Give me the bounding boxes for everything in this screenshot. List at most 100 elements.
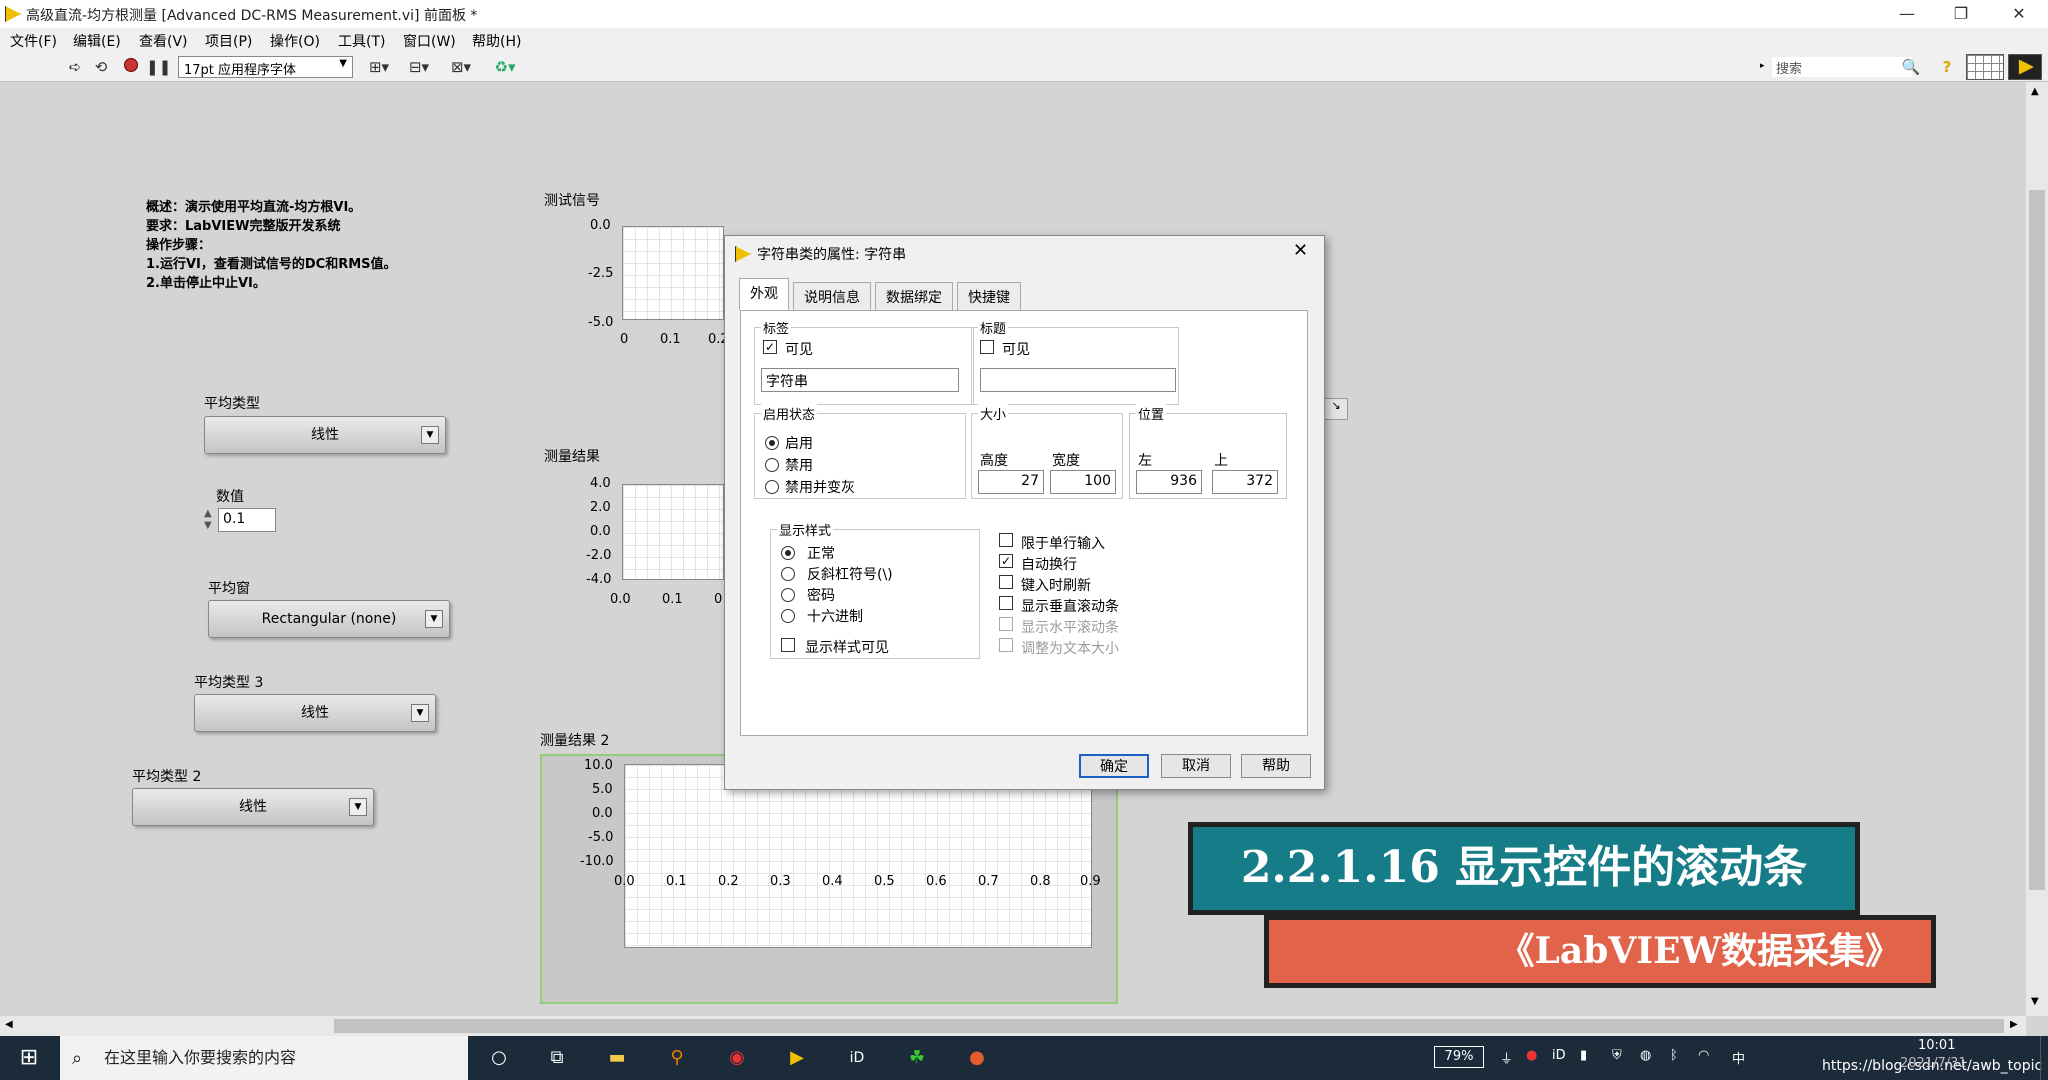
window-ring[interactable]: Rectangular (none) ▼ bbox=[208, 600, 450, 638]
enabled-radio[interactable] bbox=[765, 436, 779, 450]
cortana-icon[interactable]: ○ bbox=[484, 1044, 514, 1072]
top-field[interactable]: 372 bbox=[1212, 470, 1278, 494]
test-signal-label: 测试信号 bbox=[544, 193, 600, 209]
scroll-right-icon[interactable]: ▶ bbox=[2010, 1019, 2018, 1030]
font-select[interactable]: 17pt 应用程序字体 ▼ bbox=[178, 56, 353, 78]
single-line-checkbox[interactable] bbox=[999, 533, 1013, 547]
clover-icon[interactable]: ☘ bbox=[902, 1044, 932, 1072]
x-tick: 0.3 bbox=[770, 874, 791, 889]
banner-title: 2.2.1.16 显示控件的滚动条 bbox=[1188, 822, 1860, 915]
pause-icon[interactable]: ❚❚ bbox=[146, 56, 171, 78]
horizontal-scrollbar[interactable]: ◀ ▶ bbox=[0, 1016, 2026, 1036]
style-visible-checkbox[interactable] bbox=[781, 638, 795, 652]
x-tick: 0.6 bbox=[926, 874, 947, 889]
help-icon[interactable]: ? bbox=[1936, 56, 1958, 78]
string-indicator-fragment[interactable]: ↘ bbox=[1324, 398, 1348, 420]
label-visible-checkbox[interactable]: ✓ bbox=[763, 340, 777, 354]
clock-date[interactable]: 2021/7/31 bbox=[1900, 1056, 1967, 1071]
menu-project[interactable]: 项目(P) bbox=[205, 31, 252, 51]
vi-icon[interactable] bbox=[2008, 54, 2042, 80]
abort-icon[interactable] bbox=[120, 56, 142, 78]
help-button[interactable]: 帮助 bbox=[1241, 754, 1311, 778]
distribute-objects-icon[interactable]: ⊟▾ bbox=[404, 56, 434, 78]
cancel-button[interactable]: 取消 bbox=[1161, 754, 1231, 778]
tab-appearance[interactable]: 外观 bbox=[739, 278, 789, 310]
password-radio[interactable] bbox=[781, 588, 795, 602]
task-view-icon[interactable]: ⧉ bbox=[542, 1044, 572, 1072]
run-continuously-icon[interactable]: ⟲ bbox=[90, 56, 112, 78]
horizontal-scroll-thumb[interactable] bbox=[334, 1019, 2004, 1033]
display-style-title: 显示样式 bbox=[777, 520, 834, 539]
avg-type-ring[interactable]: 线性 ▼ bbox=[204, 416, 446, 454]
battery-indicator[interactable]: 79% bbox=[1434, 1046, 1484, 1068]
vertical-scrollbar[interactable]: ▲ ▼ bbox=[2026, 82, 2048, 1016]
word-wrap-checkbox[interactable]: ✓ bbox=[999, 554, 1013, 568]
menu-operate[interactable]: 操作(O) bbox=[270, 31, 320, 51]
taskbar-search[interactable]: 在这里输入你要搜索的内容 bbox=[60, 1036, 468, 1080]
disabled-grayed-text: 禁用并变灰 bbox=[785, 480, 855, 496]
menu-view[interactable]: 查看(V) bbox=[139, 31, 188, 51]
y-tick: 10.0 bbox=[584, 758, 613, 773]
file-explorer-icon[interactable]: ▬ bbox=[602, 1044, 632, 1072]
disabled-grayed-radio[interactable] bbox=[765, 480, 779, 494]
reorder-icon[interactable]: ♻▾ bbox=[490, 56, 520, 78]
tab-shortcuts[interactable]: 快捷键 bbox=[957, 282, 1021, 310]
run-arrow-icon[interactable]: ➪ bbox=[64, 56, 86, 78]
resize-objects-icon[interactable]: ⊠▾ bbox=[446, 56, 476, 78]
hex-radio[interactable] bbox=[781, 609, 795, 623]
disabled-radio[interactable] bbox=[765, 458, 779, 472]
numeric-input[interactable]: 0.1 bbox=[218, 508, 276, 532]
search-input[interactable]: 搜索 bbox=[1772, 57, 1912, 77]
avg-type2-ring[interactable]: 线性 ▼ bbox=[132, 788, 374, 826]
powerpoint-icon[interactable]: ● bbox=[962, 1044, 992, 1072]
caption-text-field[interactable] bbox=[980, 368, 1176, 392]
record-icon[interactable]: ◉ bbox=[722, 1044, 752, 1072]
align-objects-icon[interactable]: ⊞▾ bbox=[364, 56, 394, 78]
bluetooth-icon: ᛒ bbox=[1670, 1048, 1678, 1063]
x-tick: 0.8 bbox=[1030, 874, 1051, 889]
disabled-text: 禁用 bbox=[785, 458, 813, 474]
update-while-typing-checkbox[interactable] bbox=[999, 575, 1013, 589]
x-tick: 0.1 bbox=[666, 874, 687, 889]
clock-time[interactable]: 10:01 bbox=[1918, 1038, 1955, 1053]
scroll-up-icon[interactable]: ▲ bbox=[2031, 86, 2039, 97]
language-indicator[interactable]: 中 bbox=[1732, 1048, 1745, 1067]
search-app-icon[interactable]: ⚲ bbox=[662, 1044, 692, 1072]
search-icon[interactable]: 🔍 bbox=[1900, 56, 1922, 78]
minimize-button[interactable]: — bbox=[1884, 0, 1930, 28]
tab-data-binding[interactable]: 数据绑定 bbox=[875, 282, 953, 310]
labview-taskbar-icon[interactable]: ▶ bbox=[782, 1044, 812, 1072]
backslash-radio[interactable] bbox=[781, 567, 795, 581]
close-button[interactable]: ✕ bbox=[1996, 0, 2042, 28]
test-signal-plot bbox=[622, 226, 724, 320]
windows-start-icon[interactable]: ⊞ bbox=[14, 1044, 44, 1072]
left-field[interactable]: 936 bbox=[1136, 470, 1202, 494]
caption-visible-checkbox[interactable] bbox=[980, 340, 994, 354]
show-desktop-button[interactable] bbox=[2040, 1036, 2048, 1080]
enable-state-group: 启用状态 启用 禁用 禁用并变灰 bbox=[754, 404, 966, 499]
restore-button[interactable]: ❐ bbox=[1938, 0, 1984, 28]
close-icon[interactable]: ✕ bbox=[1293, 240, 1308, 261]
vertical-scroll-thumb[interactable] bbox=[2029, 190, 2045, 890]
enable-state-title: 启用状态 bbox=[761, 404, 818, 423]
menu-edit[interactable]: 编辑(E) bbox=[73, 31, 121, 51]
label-text-field[interactable]: 字符串 bbox=[761, 368, 959, 392]
menu-file[interactable]: 文件(F) bbox=[10, 31, 57, 51]
normal-radio[interactable] bbox=[781, 546, 795, 560]
vertical-scrollbar-checkbox[interactable] bbox=[999, 596, 1013, 610]
avg-type-value: 线性 bbox=[311, 427, 339, 443]
width-field[interactable]: 100 bbox=[1050, 470, 1116, 494]
scroll-down-icon[interactable]: ▼ bbox=[2031, 996, 2039, 1007]
menu-tools[interactable]: 工具(T) bbox=[338, 31, 385, 51]
tab-documentation[interactable]: 说明信息 bbox=[793, 282, 871, 310]
increment-decrement-icon[interactable]: ▲ ▼ bbox=[204, 508, 212, 532]
search-toggle-icon[interactable]: ▸ bbox=[1760, 61, 1765, 71]
menu-help[interactable]: 帮助(H) bbox=[472, 31, 521, 51]
id-app-icon[interactable]: iD bbox=[842, 1044, 872, 1072]
avg-type3-ring[interactable]: 线性 ▼ bbox=[194, 694, 436, 732]
scroll-left-icon[interactable]: ◀ bbox=[5, 1019, 13, 1030]
height-field[interactable]: 27 bbox=[978, 470, 1044, 494]
menu-window[interactable]: 窗口(W) bbox=[403, 31, 456, 51]
connector-pane-icon[interactable] bbox=[1966, 54, 2004, 80]
ok-button[interactable]: 确定 bbox=[1079, 754, 1149, 778]
